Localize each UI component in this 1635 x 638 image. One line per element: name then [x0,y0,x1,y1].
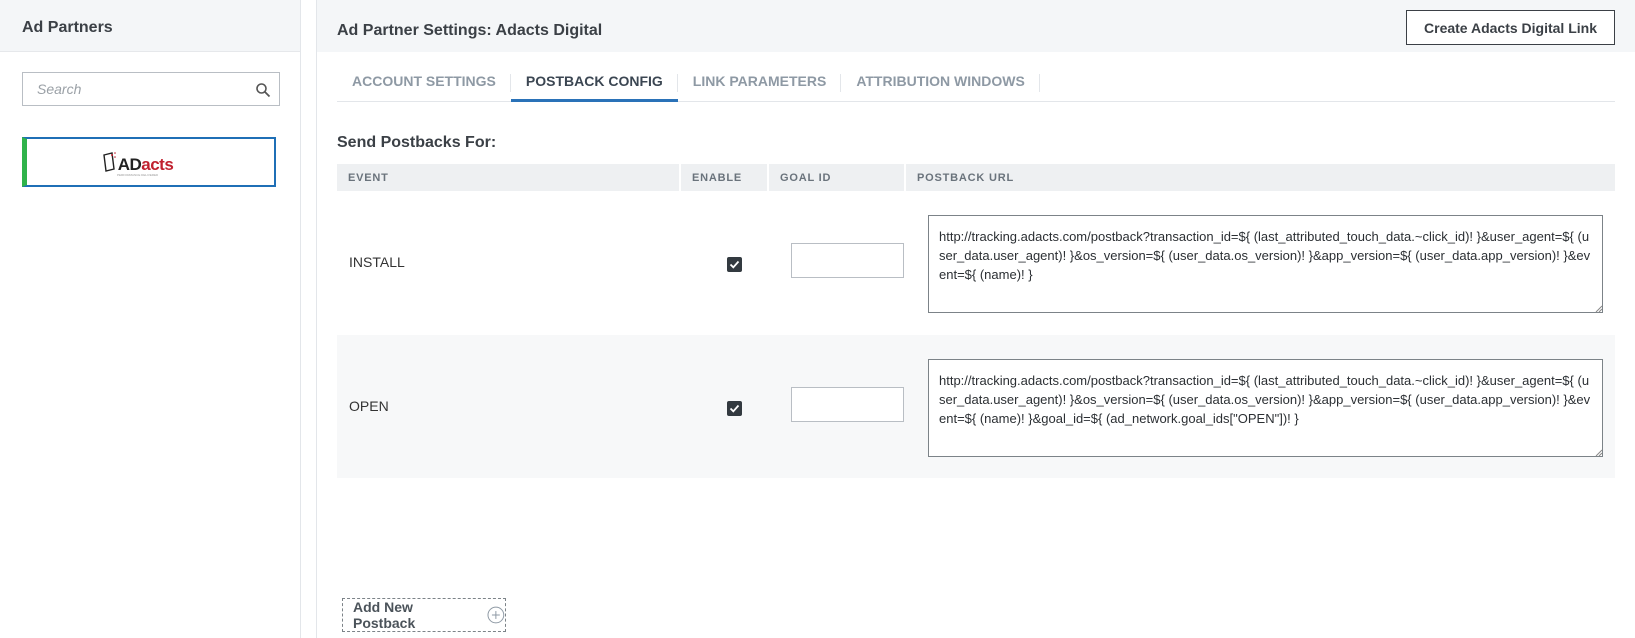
create-link-button[interactable]: Create Adacts Digital Link [1406,10,1615,45]
page-title: Ad Partner Settings: Adacts Digital [337,22,603,39]
event-name: INSTALL [349,254,405,270]
tab-account-settings[interactable]: ACCOUNT SETTINGS [337,64,511,102]
plus-circle-icon [487,606,505,624]
check-icon [729,260,740,269]
postback-table-header: EVENT ENABLE GOAL ID POSTBACK URL [337,164,1615,191]
adacts-logo-mark [102,152,116,172]
adacts-logo-tagline: PERFORMANCE DELIVERED [117,173,159,177]
add-new-postback-label: Add New Postback [353,599,416,631]
column-header-postback-url: POSTBACK URL [917,172,1014,184]
column-header-enable: ENABLE [681,164,769,191]
goal-id-input[interactable] [791,243,904,278]
enable-checkbox[interactable] [727,401,742,416]
search-icon[interactable] [255,82,271,98]
event-name: OPEN [349,398,389,414]
partner-item-adacts[interactable]: ADacts PERFORMANCE DELIVERED [22,137,276,187]
partner-settings-panel: Ad Partner Settings: Adacts Digital Crea… [316,0,1635,638]
tab-link-parameters[interactable]: LINK PARAMETERS [678,64,842,102]
table-row: OPEN http://tracking.adacts.com/postback… [337,335,1615,478]
goal-id-input[interactable] [791,387,904,422]
adacts-logo: ADacts [100,151,202,173]
resize-grip-icon[interactable] [1595,305,1603,313]
tab-attribution-windows[interactable]: ATTRIBUTION WINDOWS [841,64,1040,102]
search-input[interactable] [23,73,243,105]
check-icon [729,404,740,413]
column-header-event: EVENT [337,164,681,191]
sidebar-title: Ad Partners [0,0,300,52]
table-row: INSTALL http://tracking.adacts.com/postb… [337,191,1615,335]
adacts-logo-text: ADacts [117,155,174,174]
postback-url-textarea[interactable]: http://tracking.adacts.com/postback?tran… [928,359,1603,457]
column-header-goal-id: GOAL ID [769,164,906,191]
postback-url-textarea[interactable]: http://tracking.adacts.com/postback?tran… [928,215,1603,313]
search-field[interactable] [22,72,280,106]
add-new-postback-button[interactable]: Add New Postback [342,598,506,632]
tab-postback-config[interactable]: POSTBACK CONFIG [510,64,678,102]
main-header: Ad Partner Settings: Adacts Digital Crea… [317,0,1635,52]
settings-tabs: ACCOUNT SETTINGS POSTBACK CONFIG LINK PA… [337,64,1615,102]
resize-grip-icon[interactable] [1595,449,1603,457]
section-title: Send Postbacks For: [337,134,497,151]
enable-checkbox[interactable] [727,257,742,272]
ad-partners-sidebar: Ad Partners ADacts PERFORMANCE DELIVERED [0,0,301,638]
